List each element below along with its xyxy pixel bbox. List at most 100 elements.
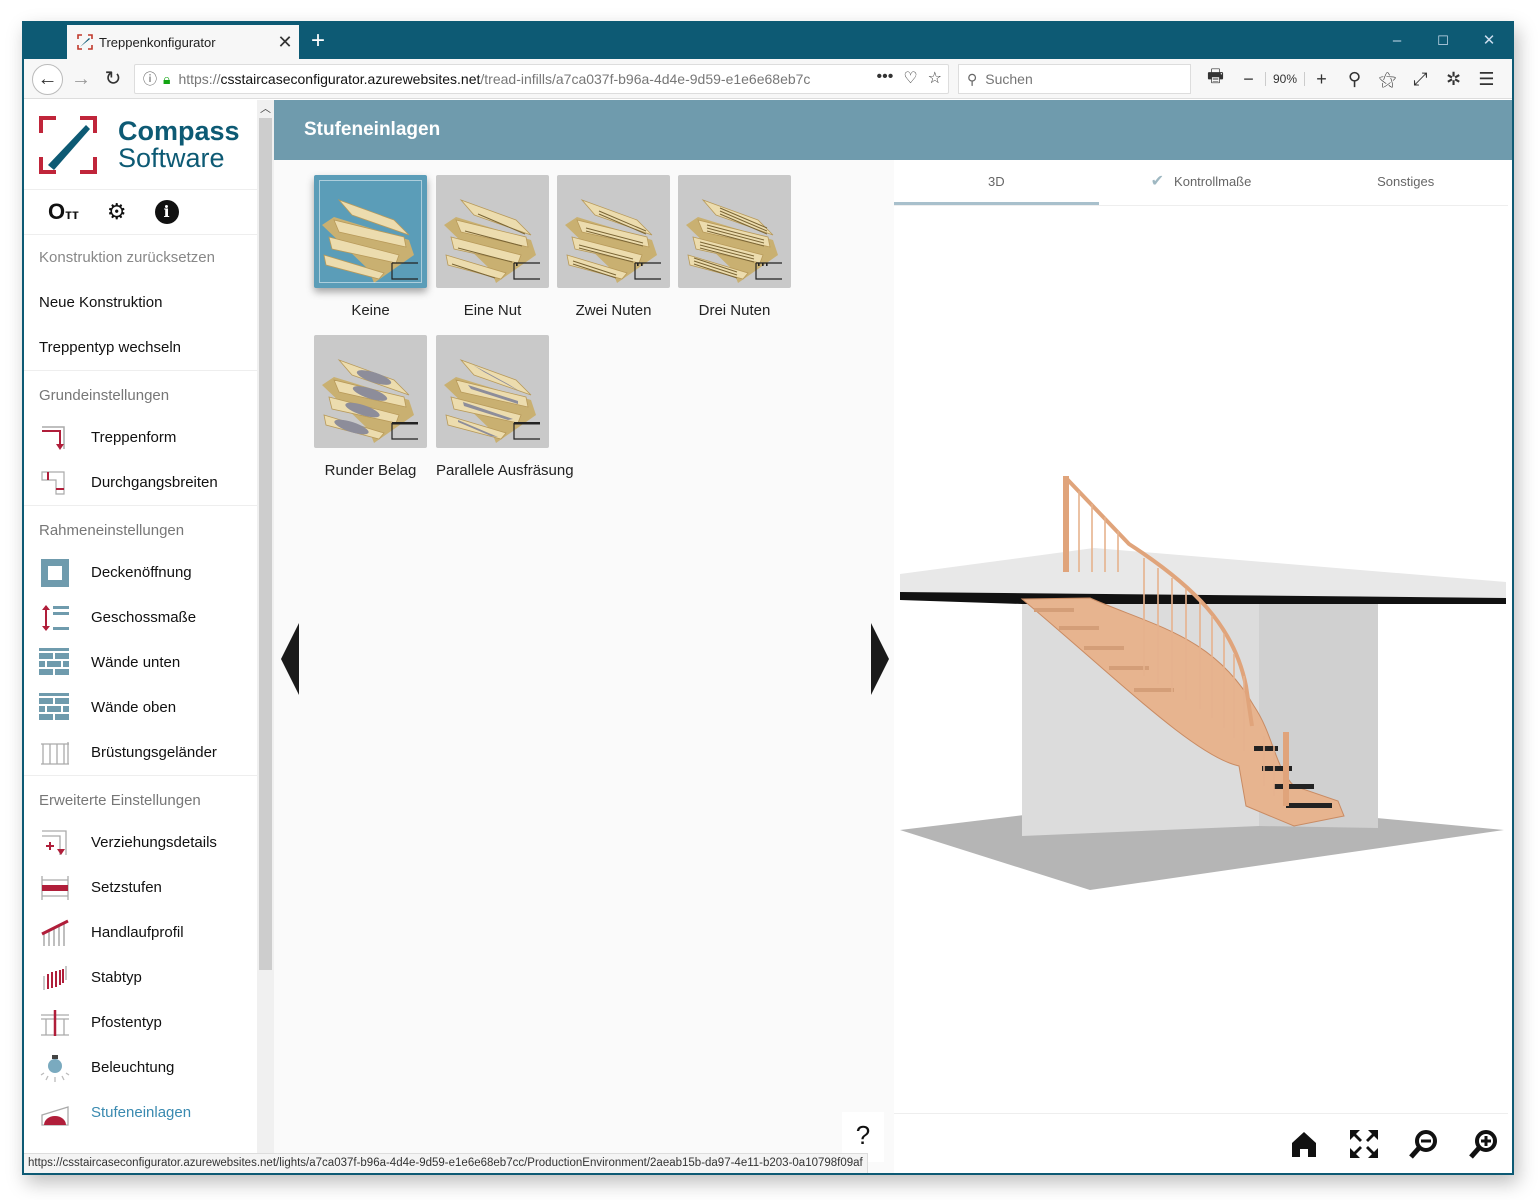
new-tab-button[interactable]: + <box>304 25 332 57</box>
option-eine-nut[interactable]: Eine Nut <box>436 175 549 319</box>
close-window-button[interactable]: ✕ <box>1466 23 1512 59</box>
next-arrow[interactable] <box>871 623 889 695</box>
compass-software-logo: Compass Software <box>24 100 257 190</box>
pocket-icon[interactable]: ♡ <box>903 68 917 88</box>
sidebar-item-pfostentyp[interactable]: Pfostentyp <box>24 1000 257 1045</box>
reset-construction-link[interactable]: Konstruktion zurücksetzen <box>24 235 257 280</box>
zoom-out-browser-icon[interactable]: − <box>1232 69 1265 90</box>
option-label: Keine <box>351 302 390 319</box>
tab-3d[interactable]: 3D <box>894 160 1099 205</box>
search-icon: ⚲ <box>967 70 978 87</box>
back-button[interactable]: ← <box>32 64 63 95</box>
tool-icons: Oᴛᴛ ⚙ i <box>24 190 257 235</box>
library-icon[interactable]: ⚝ <box>1371 69 1404 90</box>
profile-inlay <box>392 422 418 425</box>
zoom-in-browser-icon[interactable]: + <box>1305 69 1338 90</box>
fit-view-icon[interactable] <box>1346 1126 1382 1162</box>
checkmark-icon: ✔ <box>1150 173 1165 190</box>
3d-viewer[interactable] <box>894 206 1508 1112</box>
sidebar-item-waende-oben[interactable]: Wände oben <box>24 685 257 730</box>
option-label: Zwei Nuten <box>575 302 652 319</box>
option-drei-nuten[interactable]: Drei Nuten <box>678 175 791 319</box>
reload-button[interactable]: ↻ <box>98 64 128 94</box>
sidebar-item-handlaufprofil[interactable]: Handlaufprofil <box>24 910 257 955</box>
sidebar-scrollbar[interactable]: ︿ <box>257 100 274 1173</box>
find-icon[interactable]: ⚲ <box>1338 69 1371 90</box>
stair-stringer <box>322 217 414 283</box>
browser-tab[interactable]: Treppenkonfigurator ✕ <box>67 25 299 59</box>
url-bar[interactable]: ⓘ 🔒︎ https://csstaircaseconfigurator.azu… <box>134 64 949 94</box>
option-thumbnail <box>314 175 427 288</box>
previous-arrow[interactable] <box>281 623 299 695</box>
search-input[interactable] <box>985 71 1176 87</box>
zoom-in-icon[interactable] <box>1466 1126 1502 1162</box>
sidebar-item-setzstufen[interactable]: Setzstufen <box>24 865 257 910</box>
change-stair-type-link[interactable]: Treppentyp wechseln <box>24 325 257 370</box>
sidebar-item-waende-unten[interactable]: Wände unten <box>24 640 257 685</box>
logo-icon <box>39 115 97 174</box>
sidebar-item-verziehungsdetails[interactable]: Verziehungsdetails <box>24 820 257 865</box>
viewer-tabs: 3D ✔ Kontrollmaße Sonstiges <box>894 160 1508 206</box>
lock-icon: 🔒︎ <box>163 70 171 87</box>
url-text[interactable]: https://csstaircaseconfigurator.azureweb… <box>178 71 818 87</box>
logo-line2: Software <box>118 142 225 173</box>
option-runder-belag[interactable]: Runder Belag <box>314 335 427 479</box>
tread <box>328 236 400 264</box>
sidebar-item-beleuchtung[interactable]: Beleuchtung <box>24 1045 257 1090</box>
sidebar-item-bruestungsgelaender[interactable]: Brüstungsgeländer <box>24 730 257 775</box>
handrail-icon <box>39 919 71 947</box>
tab-kontrollmasse[interactable]: ✔ Kontrollmaße <box>1099 160 1304 205</box>
option-thumbnail <box>436 335 549 448</box>
tread-infill-icon <box>39 1099 71 1127</box>
new-construction-link[interactable]: Neue Konstruktion <box>24 280 257 325</box>
sidebar-item-treppenform[interactable]: Treppenform <box>24 415 257 460</box>
baluster-icon <box>39 964 71 992</box>
home-icon[interactable] <box>1286 1126 1322 1162</box>
tab-close-icon[interactable]: ✕ <box>271 32 299 53</box>
lighting-icon <box>39 1054 71 1082</box>
option-thumbnail <box>678 175 791 288</box>
option-thumbnail <box>314 335 427 448</box>
key-icon[interactable]: Oᴛᴛ <box>48 199 79 225</box>
site-info-icon[interactable]: ⓘ <box>143 69 157 89</box>
profile-groove <box>516 263 518 266</box>
menu-icon[interactable]: ☰ <box>1470 69 1503 90</box>
scroll-up-icon[interactable]: ︿ <box>257 100 274 118</box>
profile-symbol <box>391 262 418 280</box>
toolbar-icons: 🖶︎ − 90% + ⚲ ⚝ ⤢ ✲ ☰ <box>1199 64 1503 94</box>
tab-strip: Treppenkonfigurator ✕ + – ☐ ✕ <box>24 23 1512 59</box>
print-icon[interactable]: 🖶︎ <box>1199 64 1232 94</box>
sidebar-item-durchgangsbreiten[interactable]: Durchgangsbreiten <box>24 460 257 505</box>
scrollbar-thumb[interactable] <box>259 118 272 970</box>
maximize-button[interactable]: ☐ <box>1420 23 1466 59</box>
tab-title: Treppenkonfigurator <box>99 34 216 50</box>
favicon-icon <box>77 34 93 50</box>
option-zwei-nuten[interactable]: Zwei Nuten <box>557 175 670 319</box>
fullscreen-icon[interactable]: ⤢ <box>1404 69 1437 90</box>
profile-groove <box>762 263 764 266</box>
forward-button[interactable]: → <box>66 64 96 94</box>
floor-height-icon <box>39 604 71 632</box>
settings-icon[interactable]: ✲ <box>1437 69 1470 90</box>
page-title: Stufeneinlagen <box>274 100 1512 160</box>
sidebar-item-stufeneinlagen[interactable]: Stufeneinlagen <box>24 1090 257 1135</box>
stair-shape-icon <box>39 424 71 452</box>
option-keine[interactable]: Keine <box>314 175 427 319</box>
minimize-button[interactable]: – <box>1374 23 1420 59</box>
zoom-out-icon[interactable] <box>1406 1126 1442 1162</box>
sidebar-item-stabtyp[interactable]: Stabtyp <box>24 955 257 1000</box>
option-label: Drei Nuten <box>698 302 771 319</box>
sidebar-item-deckenoeffnung[interactable]: Deckenöffnung <box>24 550 257 595</box>
riser-icon <box>39 874 71 902</box>
search-bar[interactable]: ⚲ <box>958 64 1191 94</box>
option-parallele-ausfraesung[interactable]: Parallele Ausfräsung <box>436 335 576 479</box>
zoom-level[interactable]: 90% <box>1265 72 1305 86</box>
sidebar-item-geschossmasse[interactable]: Geschossmaße <box>24 595 257 640</box>
tread <box>323 254 385 280</box>
bookmark-star-icon[interactable]: ☆ <box>928 68 942 88</box>
gear-icon[interactable]: ⚙ <box>107 199 127 225</box>
page-actions-icon[interactable]: ••• <box>877 68 894 88</box>
info-icon[interactable]: i <box>154 200 179 224</box>
tab-sonstiges[interactable]: Sonstiges <box>1303 160 1508 205</box>
ceiling-top <box>900 548 1506 598</box>
